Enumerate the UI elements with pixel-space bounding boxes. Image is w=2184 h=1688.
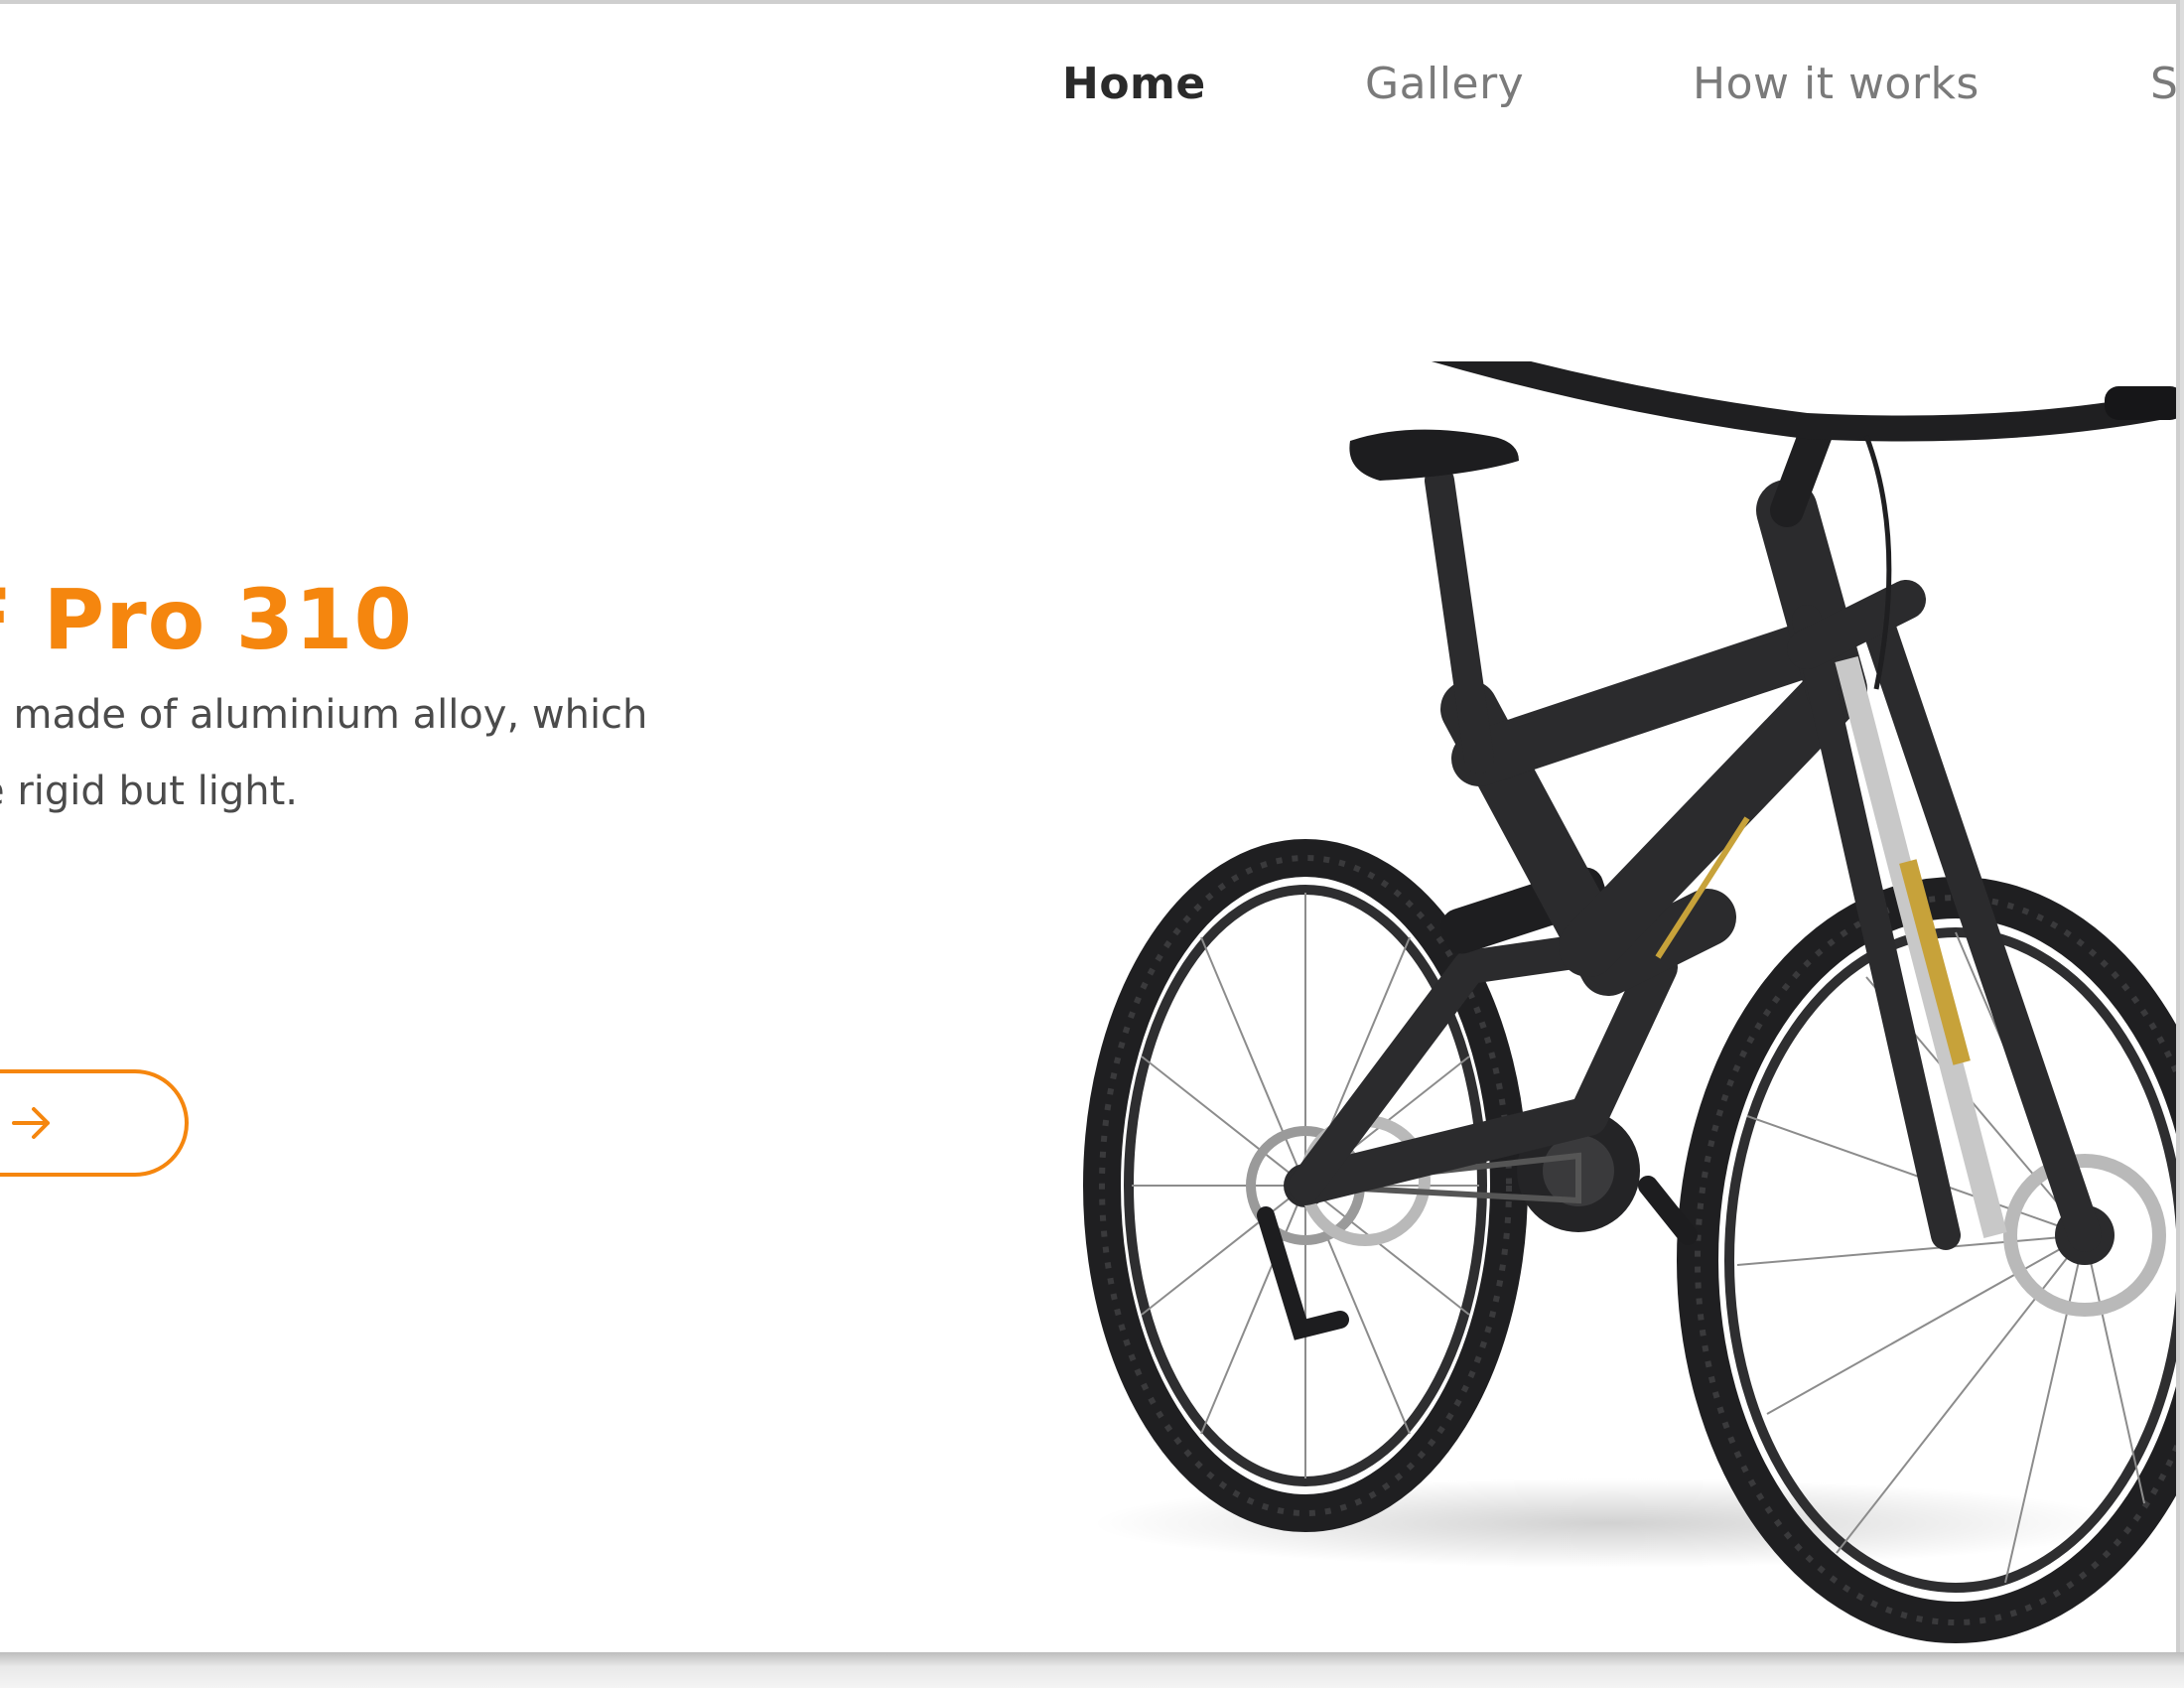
frame-bottom-shadow — [0, 1652, 2184, 1688]
arrow-right-icon — [12, 1107, 50, 1139]
cta-button[interactable] — [0, 1069, 189, 1177]
browser-viewport: Home Gallery How it works S F Pro 310 s … — [0, 0, 2180, 1652]
nav-item-how-it-works[interactable]: How it works — [1693, 59, 1979, 109]
mountain-bike-image — [1083, 361, 2176, 1643]
product-title: F Pro 310 — [0, 571, 413, 669]
description-line: e rigid but light. — [0, 769, 298, 814]
product-description: s made of aluminium alloy, which e rigid… — [0, 677, 754, 830]
nav-item-home[interactable]: Home — [1062, 59, 1206, 109]
nav-item-truncated[interactable]: S — [2150, 59, 2176, 109]
description-line: s made of aluminium alloy, which — [0, 692, 648, 738]
nav-item-gallery[interactable]: Gallery — [1365, 59, 1524, 109]
